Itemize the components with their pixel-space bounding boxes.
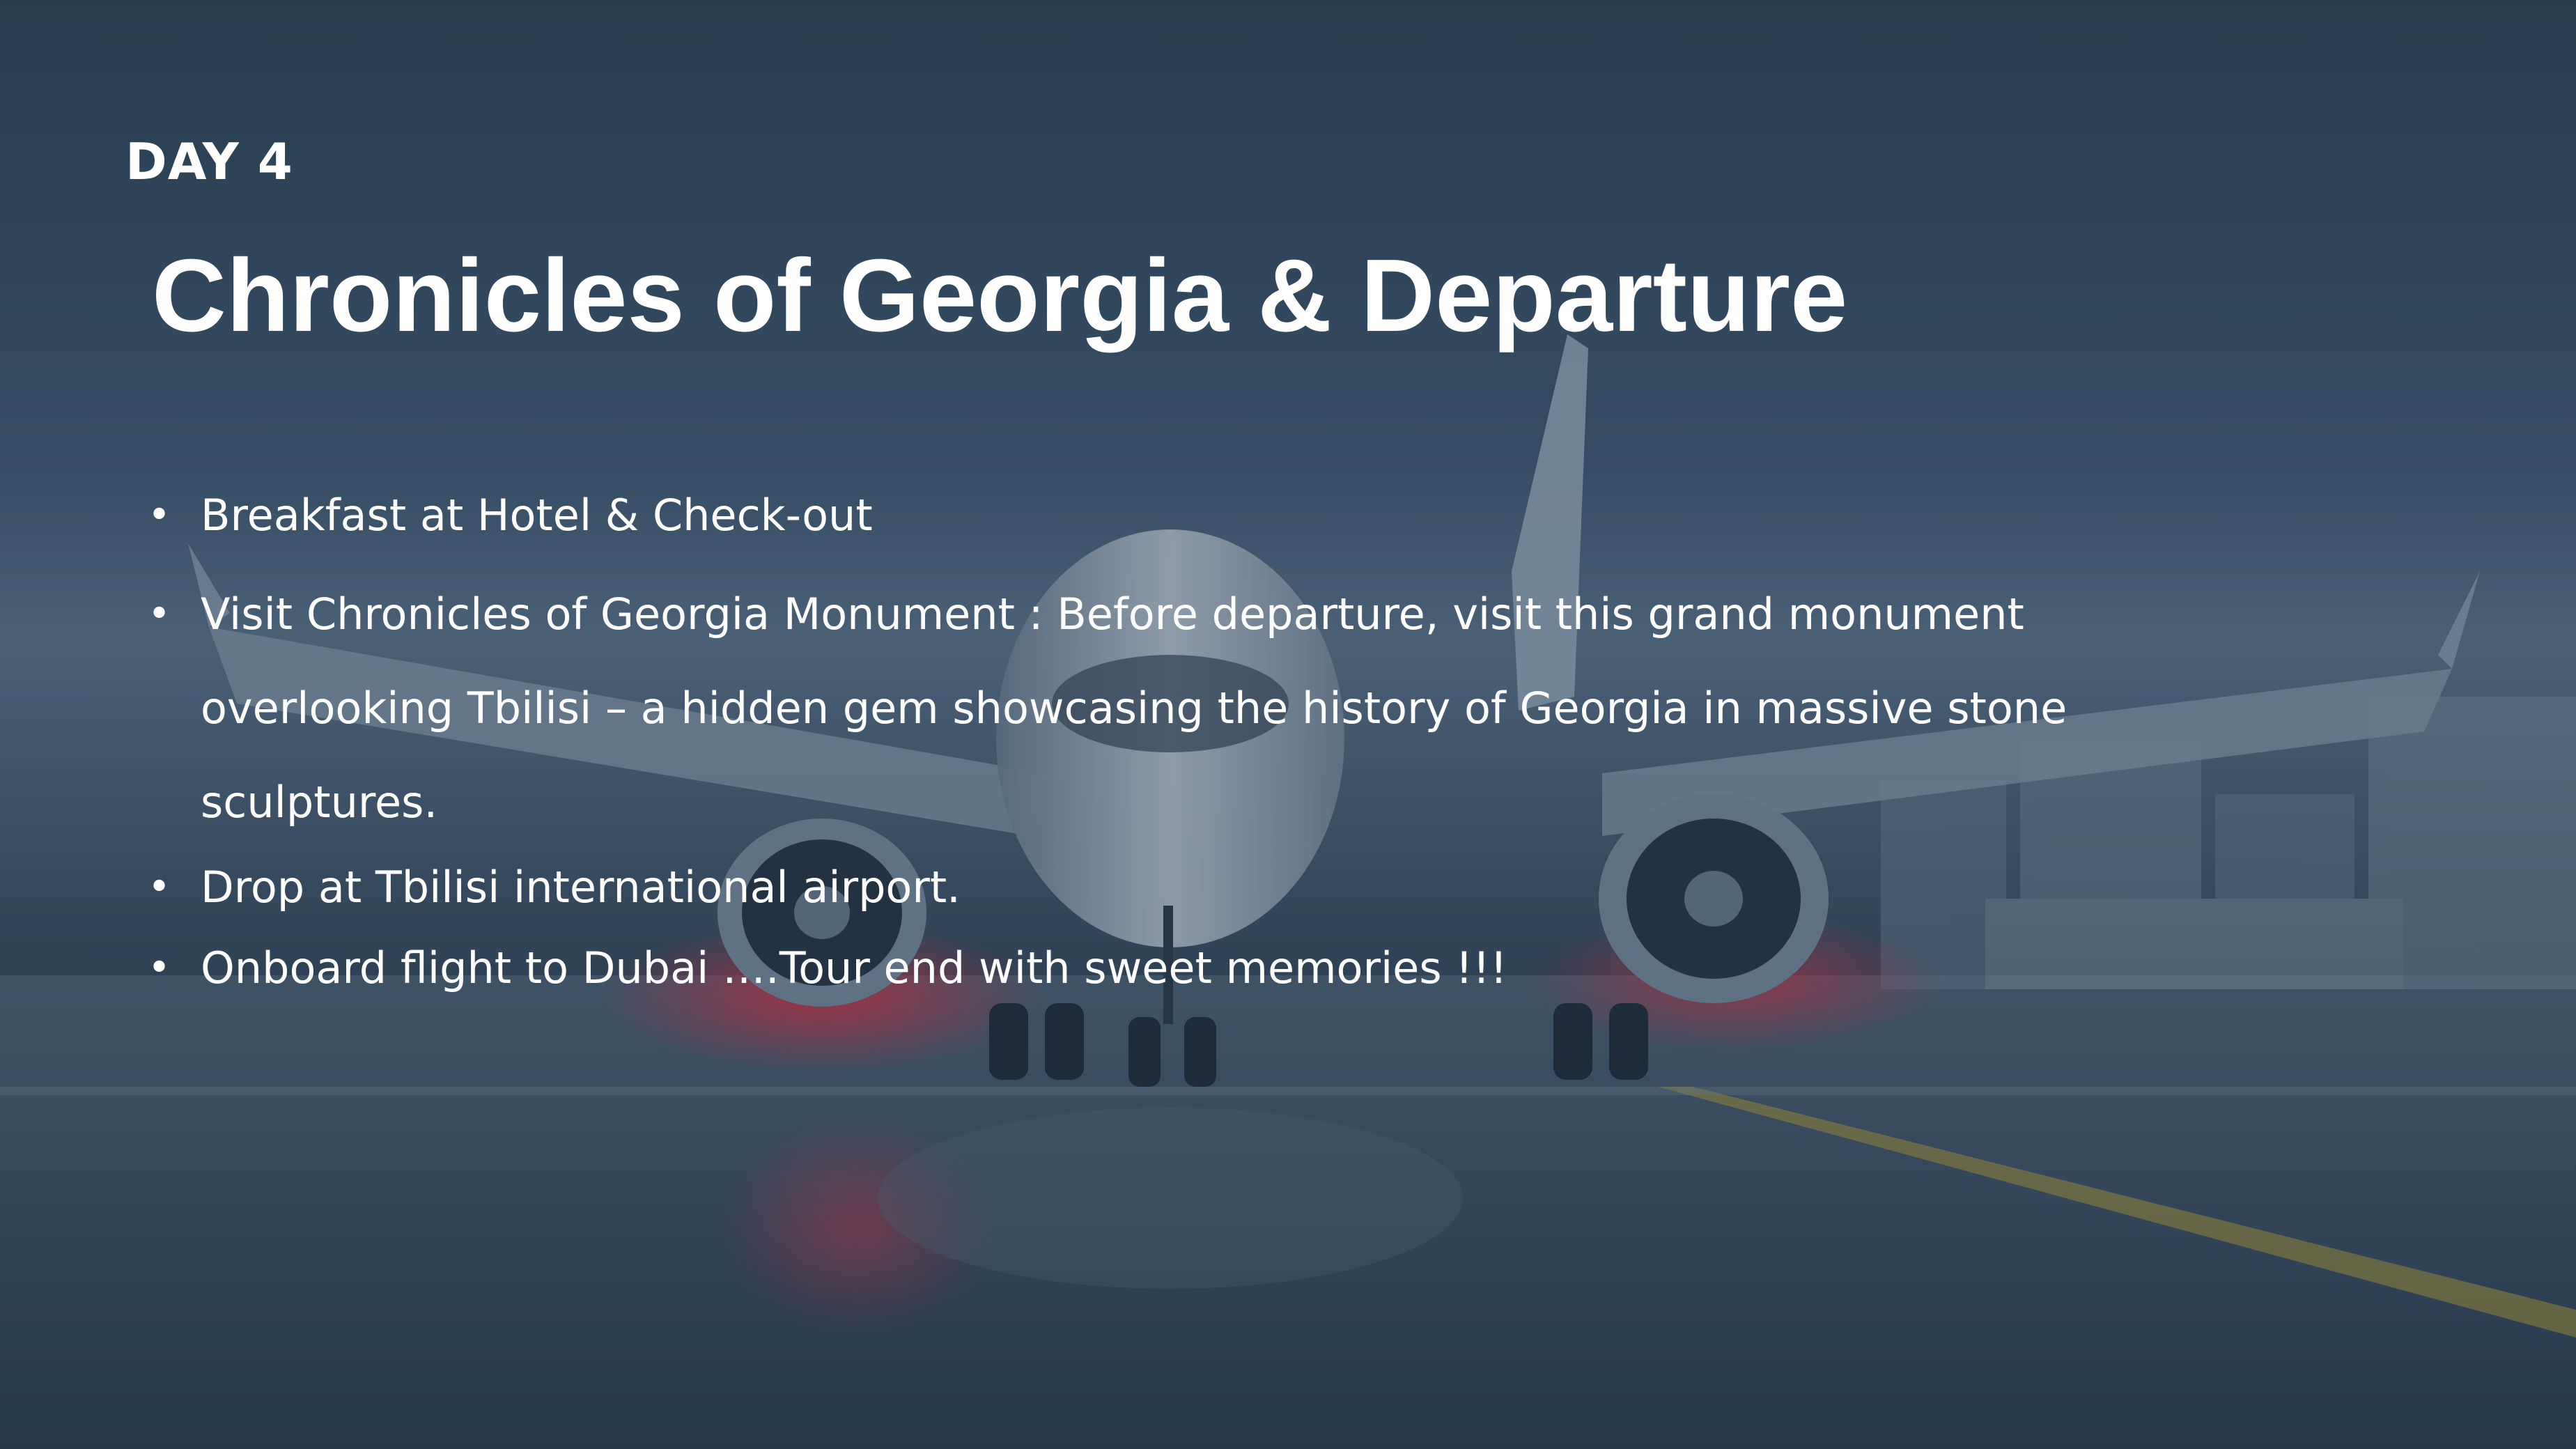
list-item: • Visit Chronicles of Georgia Monument :… (148, 567, 2084, 849)
day-label: DAY 4 (125, 132, 293, 191)
itinerary-list: • Breakfast at Hotel & Check-out • Visit… (148, 474, 2084, 1007)
bullet-icon: • (148, 493, 171, 538)
slide-title: Chronicles of Georgia & Departure (152, 238, 1848, 353)
bullet-icon: • (148, 865, 171, 910)
slide: DAY 4 Chronicles of Georgia & Departure … (0, 0, 2576, 1449)
bullet-icon: • (148, 591, 171, 637)
list-item: • Breakfast at Hotel & Check-out (148, 474, 2084, 557)
list-item-text: Visit Chronicles of Georgia Monument : B… (201, 589, 2067, 828)
list-item-text: Onboard flight to Dubai ….Tour end with … (201, 943, 1507, 993)
list-item-text: Breakfast at Hotel & Check-out (201, 490, 873, 541)
list-item-text: Drop at Tbilisi international airport. (201, 862, 961, 913)
list-item: • Onboard flight to Dubai ….Tour end wit… (148, 930, 2084, 1007)
list-item: • Drop at Tbilisi international airport. (148, 849, 2084, 926)
bullet-icon: • (148, 945, 171, 991)
